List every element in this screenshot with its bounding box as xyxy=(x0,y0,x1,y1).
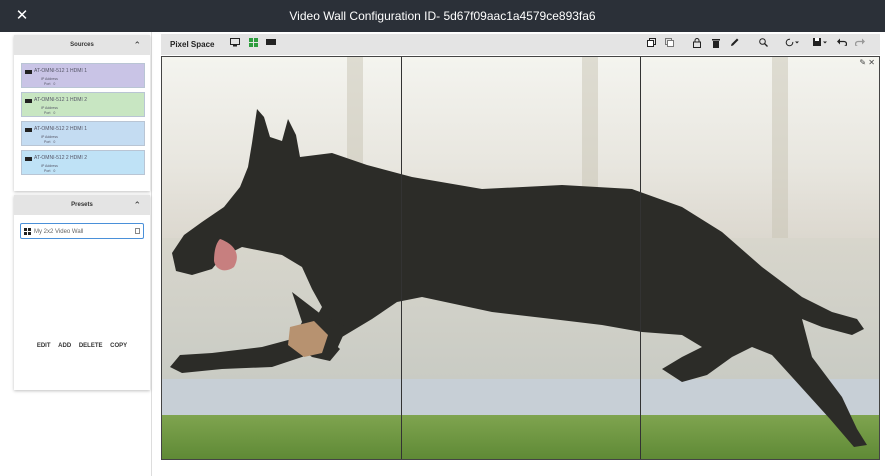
source-item[interactable]: AT-OMNI-512 2 HDMI 2 IP Address Port 0 xyxy=(21,150,145,175)
refresh-icon[interactable] xyxy=(785,38,799,50)
wall-divider xyxy=(401,57,402,459)
source-port: Port 0 xyxy=(44,169,56,173)
collapse-icon[interactable]: ⌃ xyxy=(133,40,141,51)
preset-name: My 2x2 Video Wall xyxy=(34,229,84,235)
undo-icon[interactable] xyxy=(836,38,848,50)
copy-icon[interactable] xyxy=(645,38,657,50)
source-ip-label: IP Address xyxy=(41,164,58,168)
grid-icon[interactable] xyxy=(247,38,259,50)
source-item[interactable]: AT-OMNI-512 2 HDMI 1 IP Address Port 0 xyxy=(21,121,145,146)
grid-icon xyxy=(24,228,31,235)
display-icon xyxy=(25,128,32,132)
dog-image xyxy=(170,109,867,447)
wall-divider xyxy=(640,57,641,459)
delete-button[interactable]: DELETE xyxy=(79,343,103,349)
display-icon xyxy=(25,157,32,161)
add-button[interactable]: ADD xyxy=(58,343,71,349)
source-ip-label: IP Address xyxy=(41,106,58,110)
source-ip-label: IP Address xyxy=(41,77,58,81)
canvas-toolbar: Pixel Space xyxy=(161,34,880,55)
title-bar: ✕ Video Wall Configuration ID- 5d67f09aa… xyxy=(0,0,885,32)
display-icon[interactable] xyxy=(265,38,277,50)
canvas-edit-close-icons[interactable]: ✎ ✕ xyxy=(859,58,875,67)
presets-title: Presets xyxy=(71,202,93,208)
source-name: AT-OMNI-512 1 HDMI 1 xyxy=(34,68,87,74)
source-item[interactable]: AT-OMNI-512 1 HDMI 1 IP Address Port 0 xyxy=(21,63,145,88)
monitor-icon[interactable] xyxy=(229,38,241,50)
edit-button[interactable]: EDIT xyxy=(37,343,51,349)
window-title: Video Wall Configuration ID- 5d67f09aac1… xyxy=(289,9,596,23)
toolbar-title: Pixel Space xyxy=(170,40,215,49)
zoom-icon[interactable] xyxy=(757,38,769,50)
preset-item[interactable]: My 2x2 Video Wall xyxy=(20,223,144,239)
lock-icon[interactable] xyxy=(691,38,703,50)
paste-icon[interactable] xyxy=(663,38,675,50)
presets-panel: Presets ⌃ My 2x2 Video Wall EDIT ADD DEL… xyxy=(14,195,150,390)
collapse-icon[interactable]: ⌃ xyxy=(133,200,141,211)
trash-icon[interactable] xyxy=(710,38,722,50)
source-item[interactable]: AT-OMNI-512 1 HDMI 2 IP Address Port 0 xyxy=(21,92,145,117)
video-wall-canvas[interactable]: ✎ ✕ xyxy=(161,56,880,460)
pencil-icon[interactable] xyxy=(728,38,740,50)
left-sidebar: Sources ⌃ AT-OMNI-512 1 HDMI 1 IP Addres… xyxy=(9,32,152,476)
source-port: Port 0 xyxy=(44,111,56,115)
save-icon[interactable] xyxy=(813,38,827,50)
preset-actions: EDIT ADD DELETE COPY xyxy=(14,343,150,349)
presets-panel-header[interactable]: Presets ⌃ xyxy=(14,195,150,215)
source-name: AT-OMNI-512 2 HDMI 1 xyxy=(34,126,87,132)
display-icon xyxy=(25,99,32,103)
source-port: Port 0 xyxy=(44,82,56,86)
preset-select-icon[interactable] xyxy=(135,228,140,234)
copy-button[interactable]: COPY xyxy=(110,343,127,349)
source-port: Port 0 xyxy=(44,140,56,144)
sources-panel: Sources ⌃ AT-OMNI-512 1 HDMI 1 IP Addres… xyxy=(14,35,150,191)
source-name: AT-OMNI-512 2 HDMI 2 xyxy=(34,155,87,161)
display-icon xyxy=(25,70,32,74)
sources-title: Sources xyxy=(70,42,94,48)
source-ip-label: IP Address xyxy=(41,135,58,139)
source-name: AT-OMNI-512 1 HDMI 2 xyxy=(34,97,87,103)
redo-icon[interactable] xyxy=(854,38,866,50)
sources-panel-header[interactable]: Sources ⌃ xyxy=(14,35,150,55)
